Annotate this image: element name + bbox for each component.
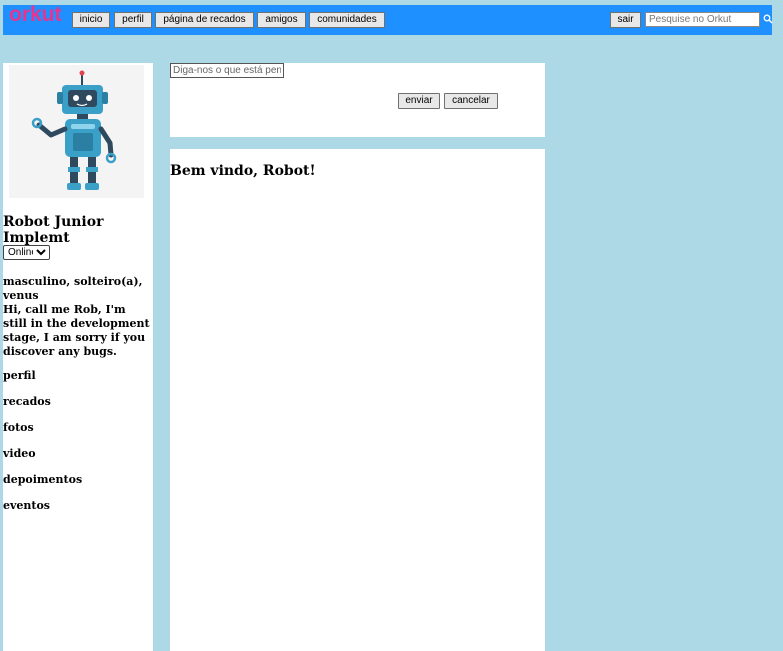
robot-avatar-icon <box>9 65 144 198</box>
status-compose-panel: enviar cancelar <box>170 63 545 137</box>
sidebar-item-perfil[interactable]: perfil <box>3 369 153 395</box>
sidebar-item-depoimentos[interactable]: depoimentos <box>3 473 153 499</box>
status-input[interactable] <box>170 63 284 78</box>
profile-sidebar: Robot Junior Implemt Online masculino, s… <box>3 63 153 651</box>
welcome-heading: Bem vindo, Robot! <box>170 163 316 179</box>
nav-button-inicio[interactable]: inicio <box>72 12 110 28</box>
logout-button[interactable]: sair <box>610 12 641 28</box>
send-button[interactable]: enviar <box>398 93 440 109</box>
profile-details: masculino, solteiro(a), venus <box>3 275 143 302</box>
sidebar-item-fotos[interactable]: fotos <box>3 421 153 447</box>
nav-button-comunidades[interactable]: comunidades <box>309 12 385 28</box>
avatar <box>9 65 144 198</box>
nav-button-perfil[interactable]: perfil <box>114 12 152 28</box>
sidebar-item-eventos[interactable]: eventos <box>3 499 153 525</box>
cancel-button[interactable]: cancelar <box>444 93 498 109</box>
sidebar-item-video[interactable]: video <box>3 447 153 473</box>
main-feed-panel: Bem vindo, Robot! <box>170 149 545 651</box>
profile-info: masculino, solteiro(a), venus Hi, call m… <box>3 275 153 359</box>
profile-menu: perfil recados fotos video depoimentos e… <box>3 369 153 525</box>
nav-button-pagina-de-recados[interactable]: página de recados <box>155 12 254 28</box>
orkut-logo[interactable]: orkut <box>9 3 62 27</box>
profile-name: Robot Junior Implemt <box>3 214 104 246</box>
online-status-select[interactable]: Online <box>3 245 50 260</box>
sidebar-item-recados[interactable]: recados <box>3 395 153 421</box>
search-input[interactable] <box>645 12 760 27</box>
search-icon[interactable] <box>763 14 773 24</box>
top-navigation-bar: orkut inicio perfil página de recados am… <box>3 3 773 35</box>
nav-button-amigos[interactable]: amigos <box>257 12 306 28</box>
profile-bio: Hi, call me Rob, I'm still in the develo… <box>3 303 150 358</box>
